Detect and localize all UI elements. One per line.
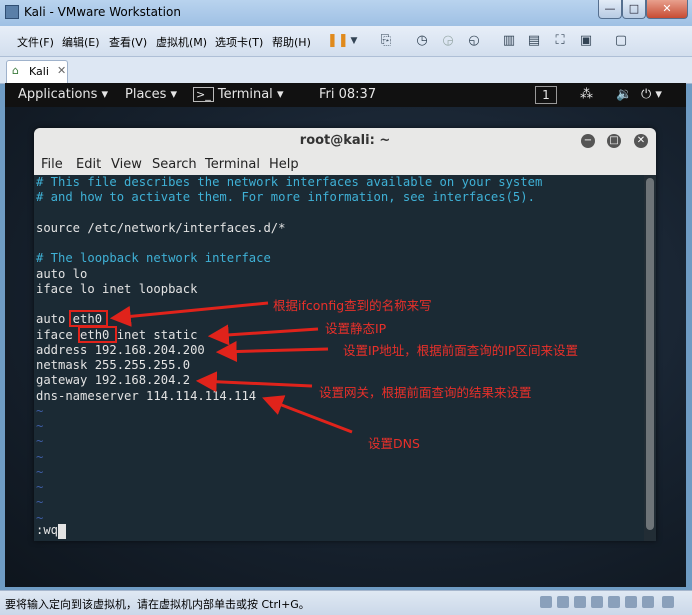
note-ip-address: 设置IP地址，根据前面查询的IP区间来设置	[343, 343, 578, 358]
messages-icon[interactable]	[662, 596, 674, 608]
term-menu-search[interactable]: Search	[152, 157, 197, 172]
maximize-button[interactable]: □	[622, 0, 646, 19]
note-gateway: 设置网关，根据前面查询的结果来设置	[319, 385, 532, 400]
volume-icon[interactable]: 🔉	[616, 87, 632, 102]
tilde-line: ~	[36, 464, 44, 479]
vm-icon: ⌂	[12, 64, 19, 77]
terminal-minimize-icon[interactable]: −	[581, 134, 595, 148]
menu-vm[interactable]: 虚拟机(M)	[156, 34, 207, 50]
tab-kali[interactable]: ⌂ Kali ✕	[6, 60, 68, 83]
pause-icon[interactable]: ❚❚	[327, 32, 349, 50]
console-view-icon[interactable]: ▢	[612, 32, 630, 50]
highlight-iface-eth0	[78, 326, 117, 343]
note-interface-name: 根据ifconfig查到的名称来写	[273, 298, 432, 313]
terminal-close-icon[interactable]: ✕	[634, 134, 648, 148]
menu-edit[interactable]: 编辑(E)	[62, 34, 100, 50]
send-keys-icon[interactable]: ⎘	[377, 32, 395, 50]
note-dns: 设置DNS	[368, 436, 420, 451]
tilde-line: ~	[36, 495, 44, 510]
terminal-maximize-icon[interactable]: □	[607, 134, 621, 148]
network-icon[interactable]: ⁂	[580, 87, 593, 102]
code-line: # This file describes the network interf…	[36, 175, 543, 189]
status-message: 要将输入定向到该虚拟机，请在虚拟机内部单击或按 Ctrl+G。	[5, 598, 310, 611]
terminal-app-label: Terminal	[217, 87, 273, 102]
text-cursor	[58, 524, 66, 539]
places-label: Places	[125, 87, 167, 102]
applications-menu[interactable]: Applications ▾	[18, 87, 108, 102]
vim-command-line[interactable]: :wq	[36, 523, 58, 538]
vmware-menu-bar: 文件(F) 编辑(E) 查看(V) 虚拟机(M) 选项卡(T) 帮助(H) ❚❚…	[0, 26, 692, 57]
sound-icon[interactable]	[608, 596, 620, 608]
code-line: dns-nameserver 114.114.114.114	[36, 388, 257, 403]
code-line: iface lo inet loopback	[36, 281, 198, 296]
term-menu-help[interactable]: Help	[269, 157, 299, 172]
tilde-line: ~	[36, 480, 44, 494]
kali-top-panel: Applications ▾ Places ▾ >_ Terminal ▾ Fr…	[5, 83, 686, 107]
scrollbar-thumb[interactable]	[646, 178, 654, 530]
network-adapter-icon[interactable]	[574, 596, 586, 608]
tilde-line: ~	[36, 434, 44, 449]
applications-label: Applications	[18, 87, 98, 102]
code-line: netmask 255.255.255.0	[36, 358, 191, 372]
code-line: auto lo	[36, 266, 88, 281]
close-button[interactable]: ✕	[646, 0, 688, 19]
menu-tabs[interactable]: 选项卡(T)	[215, 34, 263, 50]
terminal-app-icon: >_	[193, 87, 214, 102]
vmware-logo-icon	[5, 5, 19, 19]
snapshot-manager-icon[interactable]: ◵	[465, 32, 483, 50]
vmware-title-bar: Kali - VMware Workstation — □ ✕	[0, 0, 692, 26]
code-line: # and how to activate them. For more inf…	[36, 190, 535, 205]
code-line: address 192.168.204.200	[36, 342, 205, 357]
thumbnail-icon[interactable]: ▤	[525, 32, 543, 50]
tab-label: Kali	[29, 65, 49, 78]
term-menu-terminal[interactable]: Terminal	[205, 157, 260, 172]
snapshot-icon[interactable]: ◷	[413, 32, 431, 50]
term-menu-view[interactable]: View	[111, 157, 142, 172]
menu-file[interactable]: 文件(F)	[17, 34, 54, 50]
term-menu-edit[interactable]: Edit	[76, 157, 101, 172]
sidebar-icon[interactable]: ▥	[500, 32, 518, 50]
cdrom-icon[interactable]	[557, 596, 569, 608]
places-menu[interactable]: Places ▾	[125, 87, 177, 102]
code-line: # The loopback network interface	[36, 251, 271, 266]
tilde-line: ~	[36, 403, 44, 418]
clock[interactable]: Fri 08:37	[319, 87, 376, 102]
terminal-app-menu[interactable]: >_ Terminal ▾	[193, 87, 283, 102]
menu-view[interactable]: 查看(V)	[109, 34, 147, 50]
highlight-auto-eth0	[69, 310, 108, 327]
tilde-line: ~	[36, 419, 44, 433]
hdd-icon[interactable]	[540, 596, 552, 608]
minimize-button[interactable]: —	[598, 0, 622, 19]
chevron-down-icon[interactable]: ▼	[345, 32, 363, 50]
code-line: source /etc/network/interfaces.d/*	[36, 220, 286, 235]
terminal-title-bar: root@kali: ~ − □ ✕	[34, 128, 656, 155]
close-tab-icon[interactable]: ✕	[57, 64, 66, 77]
revert-snapshot-icon[interactable]: ◶	[439, 32, 457, 50]
terminal-title: root@kali: ~	[299, 133, 391, 148]
display-icon[interactable]	[642, 596, 654, 608]
tilde-line: ~	[36, 449, 44, 464]
menu-help[interactable]: 帮助(H)	[272, 34, 311, 50]
term-menu-file[interactable]: File	[41, 157, 63, 172]
note-static-ip: 设置静态IP	[325, 321, 387, 336]
printer-icon[interactable]	[625, 596, 637, 608]
unity-icon[interactable]: ▣	[577, 32, 595, 50]
power-icon[interactable]: ⏻ ▾	[641, 87, 662, 102]
vmware-status-bar: 要将输入定向到该虚拟机，请在虚拟机内部单击或按 Ctrl+G。	[0, 590, 692, 615]
code-line: gateway 192.168.204.2	[36, 373, 191, 388]
vmware-tab-strip: ⌂ Kali ✕	[0, 57, 692, 84]
terminal-menu-bar: File Edit View Search Terminal Help	[34, 154, 656, 175]
workspace-indicator[interactable]: 1	[535, 86, 557, 104]
fullscreen-icon[interactable]: ⛶	[551, 32, 569, 50]
window-title: Kali - VMware Workstation	[24, 5, 181, 19]
usb-icon[interactable]	[591, 596, 603, 608]
